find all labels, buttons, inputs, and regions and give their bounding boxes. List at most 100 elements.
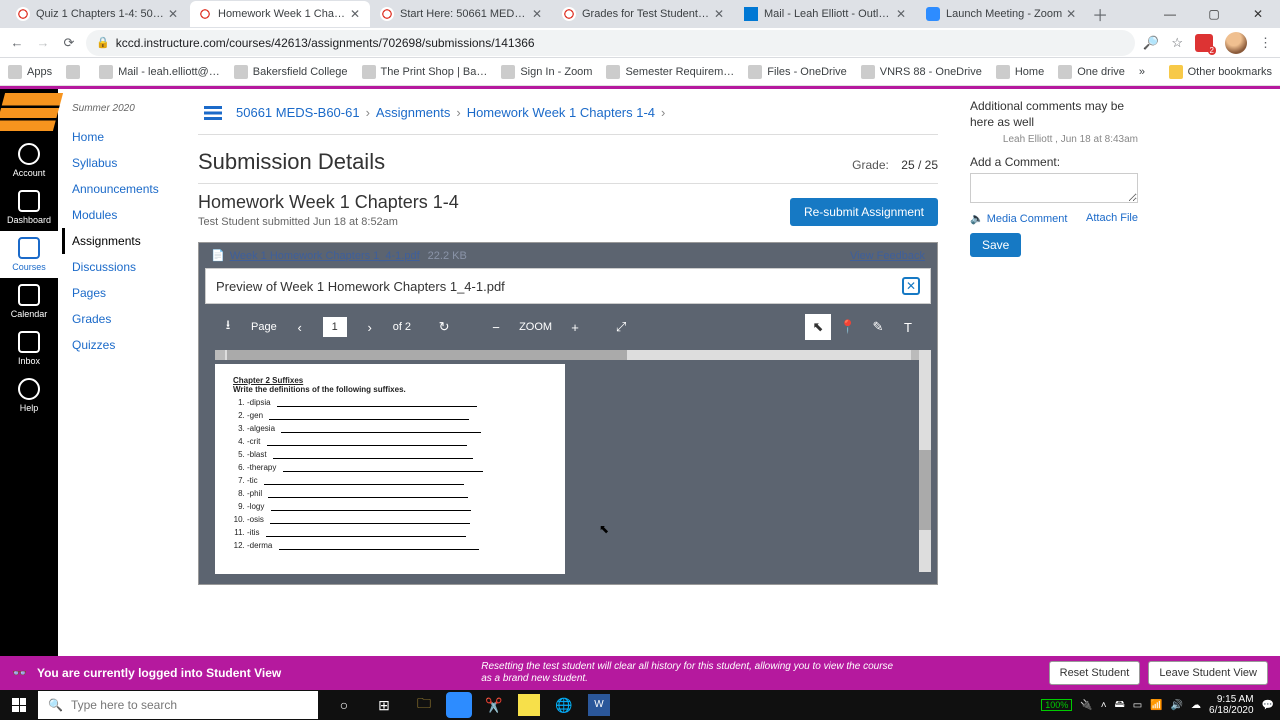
nav-calendar[interactable]: Calendar: [0, 278, 58, 325]
volume-icon[interactable]: 🔊: [1171, 700, 1183, 711]
browser-tab[interactable]: Quiz 1 Chapters 1-4: 50661 M✕: [8, 1, 188, 27]
file-explorer-icon[interactable]: 🗀: [404, 690, 444, 720]
browser-tab[interactable]: Grades for Test Student: 506✕: [554, 1, 734, 27]
close-tab-button[interactable]: ✕: [532, 8, 544, 20]
fullscreen-icon[interactable]: ⤢: [608, 314, 634, 340]
bookmarks-overflow[interactable]: »: [1139, 66, 1145, 78]
pin-tool[interactable]: 📍: [835, 314, 861, 340]
rotate-icon[interactable]: ↻: [431, 314, 457, 340]
onedrive-icon[interactable]: ☁: [1191, 700, 1201, 711]
notifications-icon[interactable]: 💬: [1262, 700, 1274, 711]
taskview-icon[interactable]: ⊞: [364, 690, 404, 720]
breadcrumb-page[interactable]: Homework Week 1 Chapters 1-4: [467, 105, 655, 120]
course-nav-item[interactable]: Grades: [72, 306, 188, 332]
reload-button[interactable]: ⟳: [60, 35, 78, 51]
back-button[interactable]: ←: [8, 35, 26, 50]
breadcrumb-section[interactable]: Assignments: [376, 105, 450, 120]
close-tab-button[interactable]: ✕: [714, 8, 726, 20]
tray-chevron-up-icon[interactable]: ˄: [1101, 700, 1107, 711]
hamburger-icon[interactable]: [204, 106, 222, 120]
course-nav-item[interactable]: Modules: [72, 202, 188, 228]
nav-help[interactable]: Help: [0, 372, 58, 419]
institution-logo[interactable]: [0, 93, 63, 131]
bookmark-item[interactable]: Sign In - Zoom: [501, 65, 592, 79]
search-icon[interactable]: 🔍: [1143, 35, 1159, 51]
media-comment-link[interactable]: 🔈 Media Comment: [970, 212, 1067, 225]
chrome-icon[interactable]: 🌐: [544, 690, 584, 720]
bookmark-star-icon[interactable]: ☆: [1171, 35, 1183, 51]
breadcrumb-course[interactable]: 50661 MEDS-B60-61: [236, 105, 360, 120]
touchpad-icon[interactable]: ▭: [1133, 700, 1142, 711]
taskbar-search[interactable]: 🔍 Type here to search: [38, 691, 318, 719]
attach-file-link[interactable]: Attach File: [1086, 212, 1138, 225]
prev-page-button[interactable]: ‹: [287, 314, 313, 340]
resubmit-button[interactable]: Re-submit Assignment: [790, 198, 938, 226]
zoom-app-icon[interactable]: [446, 692, 472, 718]
zoom-out-button[interactable]: −: [483, 314, 509, 340]
reset-student-button[interactable]: Reset Student: [1049, 661, 1141, 685]
leave-student-view-button[interactable]: Leave Student View: [1148, 661, 1268, 685]
word-icon[interactable]: W: [588, 694, 610, 716]
close-tab-button[interactable]: ✕: [168, 8, 180, 20]
vertical-scrollbar[interactable]: [919, 350, 931, 572]
menu-button[interactable]: ⋮: [1259, 35, 1272, 51]
zoom-in-button[interactable]: +: [562, 314, 588, 340]
highlight-tool[interactable]: ✎: [865, 314, 891, 340]
file-name-link[interactable]: Week 1 Homework Chapters 1_4-1.pdf: [230, 250, 420, 262]
browser-tab[interactable]: Start Here: 50661 MEDS B60✕: [372, 1, 552, 27]
bookmark-item[interactable]: Semester Requirem…: [606, 65, 734, 79]
pointer-tool[interactable]: ⬉: [805, 314, 831, 340]
power-icon[interactable]: 🔌: [1080, 700, 1092, 711]
snip-icon[interactable]: ✂️: [474, 690, 514, 720]
minimize-button[interactable]: —: [1148, 0, 1192, 28]
bookmark-item[interactable]: The Print Shop | Ba…: [362, 65, 488, 79]
nav-account[interactable]: Account: [0, 137, 58, 184]
course-nav-item[interactable]: Home: [72, 124, 188, 150]
course-nav-item[interactable]: Announcements: [72, 176, 188, 202]
course-nav-item[interactable]: Syllabus: [72, 150, 188, 176]
course-nav-item[interactable]: Quizzes: [72, 332, 188, 358]
bookmark-item[interactable]: Mail - leah.elliott@…: [99, 65, 220, 79]
bookmark-item[interactable]: Apps: [8, 65, 52, 79]
profile-avatar[interactable]: [1225, 32, 1247, 54]
wifi-icon[interactable]: 📶: [1150, 700, 1162, 711]
close-tab-button[interactable]: ✕: [350, 8, 362, 20]
bookmark-item[interactable]: Files - OneDrive: [748, 65, 846, 79]
bookmark-item[interactable]: [66, 65, 85, 79]
download-icon[interactable]: ⭳: [215, 314, 241, 340]
view-feedback-link[interactable]: View Feedback: [850, 250, 925, 262]
save-comment-button[interactable]: Save: [970, 233, 1021, 257]
close-tab-button[interactable]: ✕: [896, 8, 908, 20]
nav-courses[interactable]: Courses: [0, 231, 58, 278]
browser-tab[interactable]: Launch Meeting - Zoom✕: [918, 1, 1086, 27]
bookmark-item[interactable]: Bakersfield College: [234, 65, 348, 79]
course-nav-item[interactable]: Discussions: [72, 254, 188, 280]
nav-dashboard[interactable]: Dashboard: [0, 184, 58, 231]
browser-tab[interactable]: Homework Week 1 Chapters✕: [190, 1, 370, 27]
close-tab-button[interactable]: ✕: [1066, 8, 1078, 20]
close-window-button[interactable]: ✕: [1236, 0, 1280, 28]
start-button[interactable]: [0, 690, 38, 720]
bookmark-item[interactable]: One drive: [1058, 65, 1125, 79]
bookmark-item[interactable]: VNRS 88 - OneDrive: [861, 65, 982, 79]
nav-inbox[interactable]: Inbox: [0, 325, 58, 372]
clock[interactable]: 9:15 AM 6/18/2020: [1209, 694, 1254, 716]
next-page-button[interactable]: ›: [357, 314, 383, 340]
address-bar[interactable]: 🔒 kccd.instructure.com/courses/42613/ass…: [86, 30, 1135, 56]
text-tool[interactable]: T: [895, 314, 921, 340]
bookmark-item[interactable]: Home: [996, 65, 1044, 79]
comment-textarea[interactable]: [970, 173, 1138, 203]
other-bookmarks[interactable]: Other bookmarks: [1169, 65, 1272, 79]
forward-button[interactable]: →: [34, 35, 52, 50]
new-tab-button[interactable]: ＋: [1088, 2, 1112, 26]
course-nav-item[interactable]: Pages: [72, 280, 188, 306]
battery-status[interactable]: 100%: [1041, 699, 1072, 711]
maximize-button[interactable]: ▢: [1192, 0, 1236, 28]
browser-tab[interactable]: Mail - Leah Elliott - Outlook✕: [736, 1, 916, 27]
document-canvas[interactable]: Chapter 2 Suffixes Write the definitions…: [205, 344, 931, 578]
sticky-notes-icon[interactable]: [518, 694, 540, 716]
extension-icon[interactable]: [1195, 34, 1213, 52]
horizontal-scrollbar[interactable]: [215, 350, 921, 360]
course-nav-item[interactable]: Assignments: [62, 228, 188, 254]
close-preview-button[interactable]: ✕: [902, 277, 920, 295]
